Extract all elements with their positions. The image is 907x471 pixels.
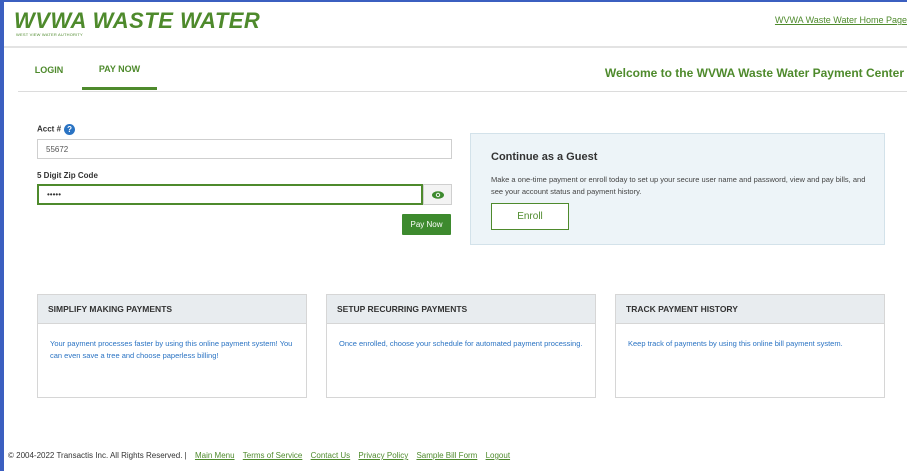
tab-pay-now[interactable]: PAY NOW <box>82 50 157 90</box>
card-text: Once enrolled, choose your schedule for … <box>339 339 583 348</box>
home-page-link[interactable]: WVWA Waste Water Home Page <box>775 15 907 25</box>
card-payment-history: TRACK PAYMENT HISTORY Keep track of paym… <box>615 294 885 398</box>
zip-label: 5 Digit Zip Code <box>37 171 98 180</box>
show-password-button[interactable] <box>423 184 452 205</box>
footer-link-privacy[interactable]: Privacy Policy <box>358 451 408 460</box>
header: WVWA WASTE WATER WEST VIEW WATER AUTHORI… <box>4 2 907 48</box>
guest-title: Continue as a Guest <box>491 151 598 163</box>
help-icon[interactable]: ? <box>64 124 76 135</box>
guest-panel: Continue as a Guest Make a one-time paym… <box>470 133 885 245</box>
acct-label: Acct # <box>37 124 62 134</box>
card-title: SETUP RECURRING PAYMENTS <box>327 295 595 324</box>
guest-description: Make a one-time payment or enroll today … <box>491 175 866 196</box>
card-title: TRACK PAYMENT HISTORY <box>616 295 884 324</box>
card-recurring-payments: SETUP RECURRING PAYMENTS Once enrolled, … <box>326 294 596 398</box>
logo[interactable]: WVWA WASTE WATER WEST VIEW WATER AUTHORI… <box>14 8 260 37</box>
window-frame-left <box>0 0 4 471</box>
card-simplify-payments: SIMPLIFY MAKING PAYMENTS Your payment pr… <box>37 294 307 398</box>
nav-bar: LOGIN PAY NOW Welcome to the WVWA Waste … <box>18 50 907 92</box>
footer-link-contact[interactable]: Contact Us <box>311 451 351 460</box>
tab-login[interactable]: LOGIN <box>24 50 74 90</box>
acct-number-input[interactable]: 55672 <box>37 139 452 159</box>
card-text: Keep track of payments by using this onl… <box>628 339 843 348</box>
footer: © 2004-2022 Transactis Inc. All Rights R… <box>8 451 510 460</box>
acct-label-row: Acct #? <box>37 124 76 135</box>
eye-icon <box>431 190 444 199</box>
copyright-text: © 2004-2022 Transactis Inc. All Rights R… <box>8 451 187 460</box>
footer-link-logout[interactable]: Logout <box>486 451 510 460</box>
enroll-button[interactable]: Enroll <box>491 203 569 230</box>
card-title: SIMPLIFY MAKING PAYMENTS <box>38 295 306 324</box>
pay-now-button[interactable]: Pay Now <box>402 214 451 235</box>
zip-code-input[interactable]: ••••• <box>37 184 423 205</box>
welcome-heading: Welcome to the WVWA Waste Water Payment … <box>604 66 904 80</box>
footer-link-terms[interactable]: Terms of Service <box>243 451 303 460</box>
footer-link-main-menu[interactable]: Main Menu <box>195 451 235 460</box>
card-text: Your payment processes faster by using t… <box>50 339 293 360</box>
logo-text: WVWA WASTE WATER <box>14 8 261 33</box>
footer-link-sample-bill[interactable]: Sample Bill Form <box>416 451 477 460</box>
